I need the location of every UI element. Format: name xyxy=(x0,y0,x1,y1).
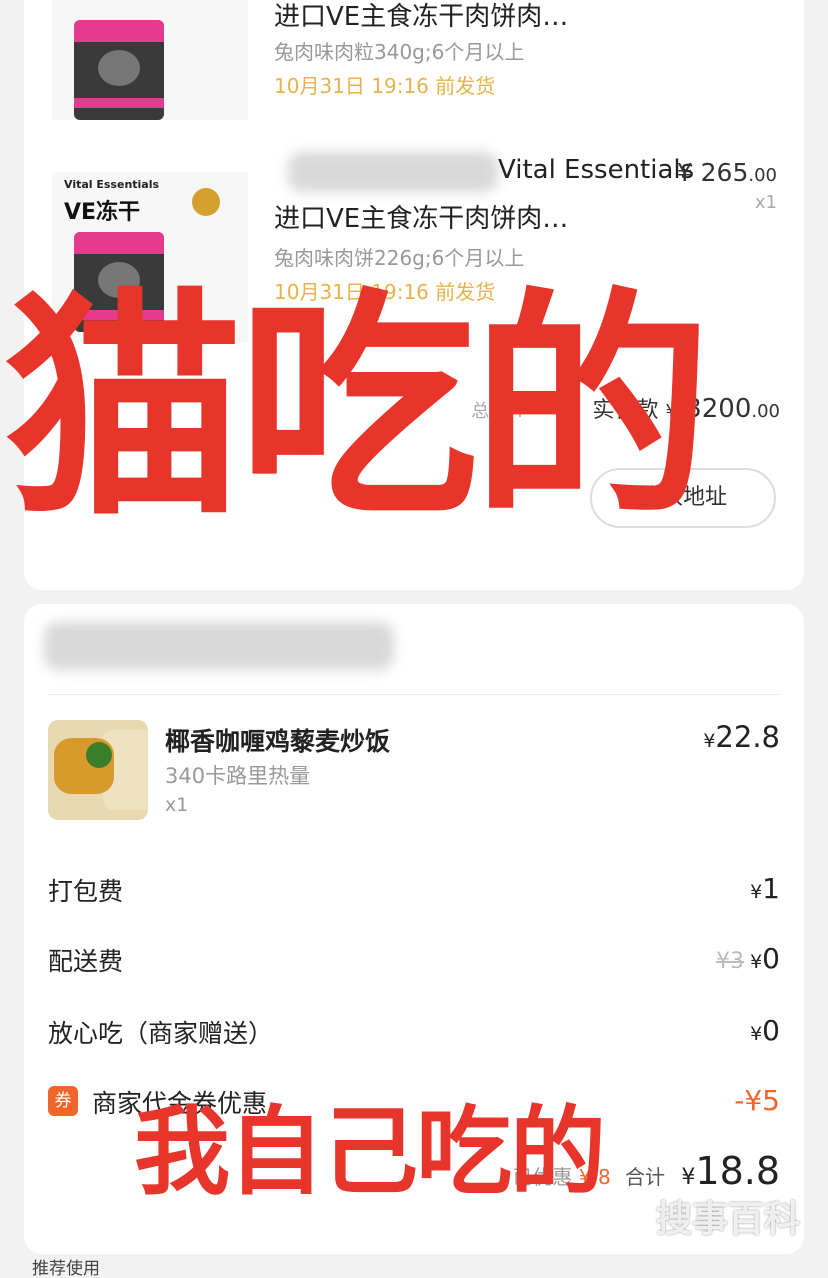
product-image xyxy=(52,0,248,120)
coupon-value: -¥5 xyxy=(734,1084,780,1117)
product-qty: x1 xyxy=(754,192,777,213)
overlay-caption-bottom: 我自己吃的 xyxy=(134,1096,606,1208)
overlay-caption-top: 猫吃的 xyxy=(4,268,712,548)
food-image xyxy=(48,720,148,820)
food-name[interactable]: 椰香咖喱鸡藜麦炒饭 xyxy=(165,722,390,758)
brand-logo-icon xyxy=(192,188,220,216)
watermark-logo: 搜事百科 xyxy=(655,1199,800,1240)
store-name-redacted xyxy=(44,622,394,670)
fee-original-price: ¥3 xyxy=(716,949,745,974)
fee-value: ¥1 xyxy=(750,872,780,905)
product-spec: 兔肉味肉饼226g;6个月以上 xyxy=(274,246,525,270)
total-label: 合计 xyxy=(625,1165,666,1189)
fee-row-safe-eat: 放心吃（商家赠送） ¥0 xyxy=(48,1014,780,1054)
recommend-label: 推荐使用 xyxy=(32,1259,100,1278)
fee-row-packing: 打包费 ¥1 xyxy=(48,872,780,912)
total-amount: ¥18.8 xyxy=(681,1149,780,1193)
fee-value: ¥3 ¥0 xyxy=(716,942,780,975)
product-title: 进口VE主食冻干肉饼肉… xyxy=(274,2,569,32)
fee-label: 放心吃（商家赠送） xyxy=(48,1019,274,1048)
food-calories: 340卡路里热量 xyxy=(165,764,311,788)
food-qty: x1 xyxy=(165,794,189,816)
fee-label: 配送费 xyxy=(48,947,124,976)
food-price: ¥22.8 xyxy=(703,720,780,754)
product-title: 进口VE主食冻干肉饼肉… xyxy=(274,204,569,234)
product-image-brand: Vital Essentials xyxy=(64,178,160,191)
product-ship-time: 10月31日 19:16 前发货 xyxy=(274,74,496,98)
product-image-brand-big: VE冻干 xyxy=(64,200,141,225)
product-title-brand: Vital Essentials xyxy=(498,155,695,185)
divider xyxy=(48,694,780,695)
coupon-icon: 券 xyxy=(48,1086,78,1116)
fee-value: ¥0 xyxy=(750,1014,780,1047)
fee-label: 打包费 xyxy=(48,877,124,906)
product-spec: 兔肉味肉粒340g;6个月以上 xyxy=(274,40,525,64)
store-name-redacted xyxy=(288,152,498,192)
product-item[interactable]: 进口VE主食冻干肉饼肉… 兔肉味肉粒340g;6个月以上 10月31日 19:1… xyxy=(52,0,777,140)
product-bag-graphic xyxy=(74,20,164,120)
product-price: ¥ 265.00 xyxy=(676,158,777,187)
fee-row-delivery: 配送费 ¥3 ¥0 xyxy=(48,942,780,982)
